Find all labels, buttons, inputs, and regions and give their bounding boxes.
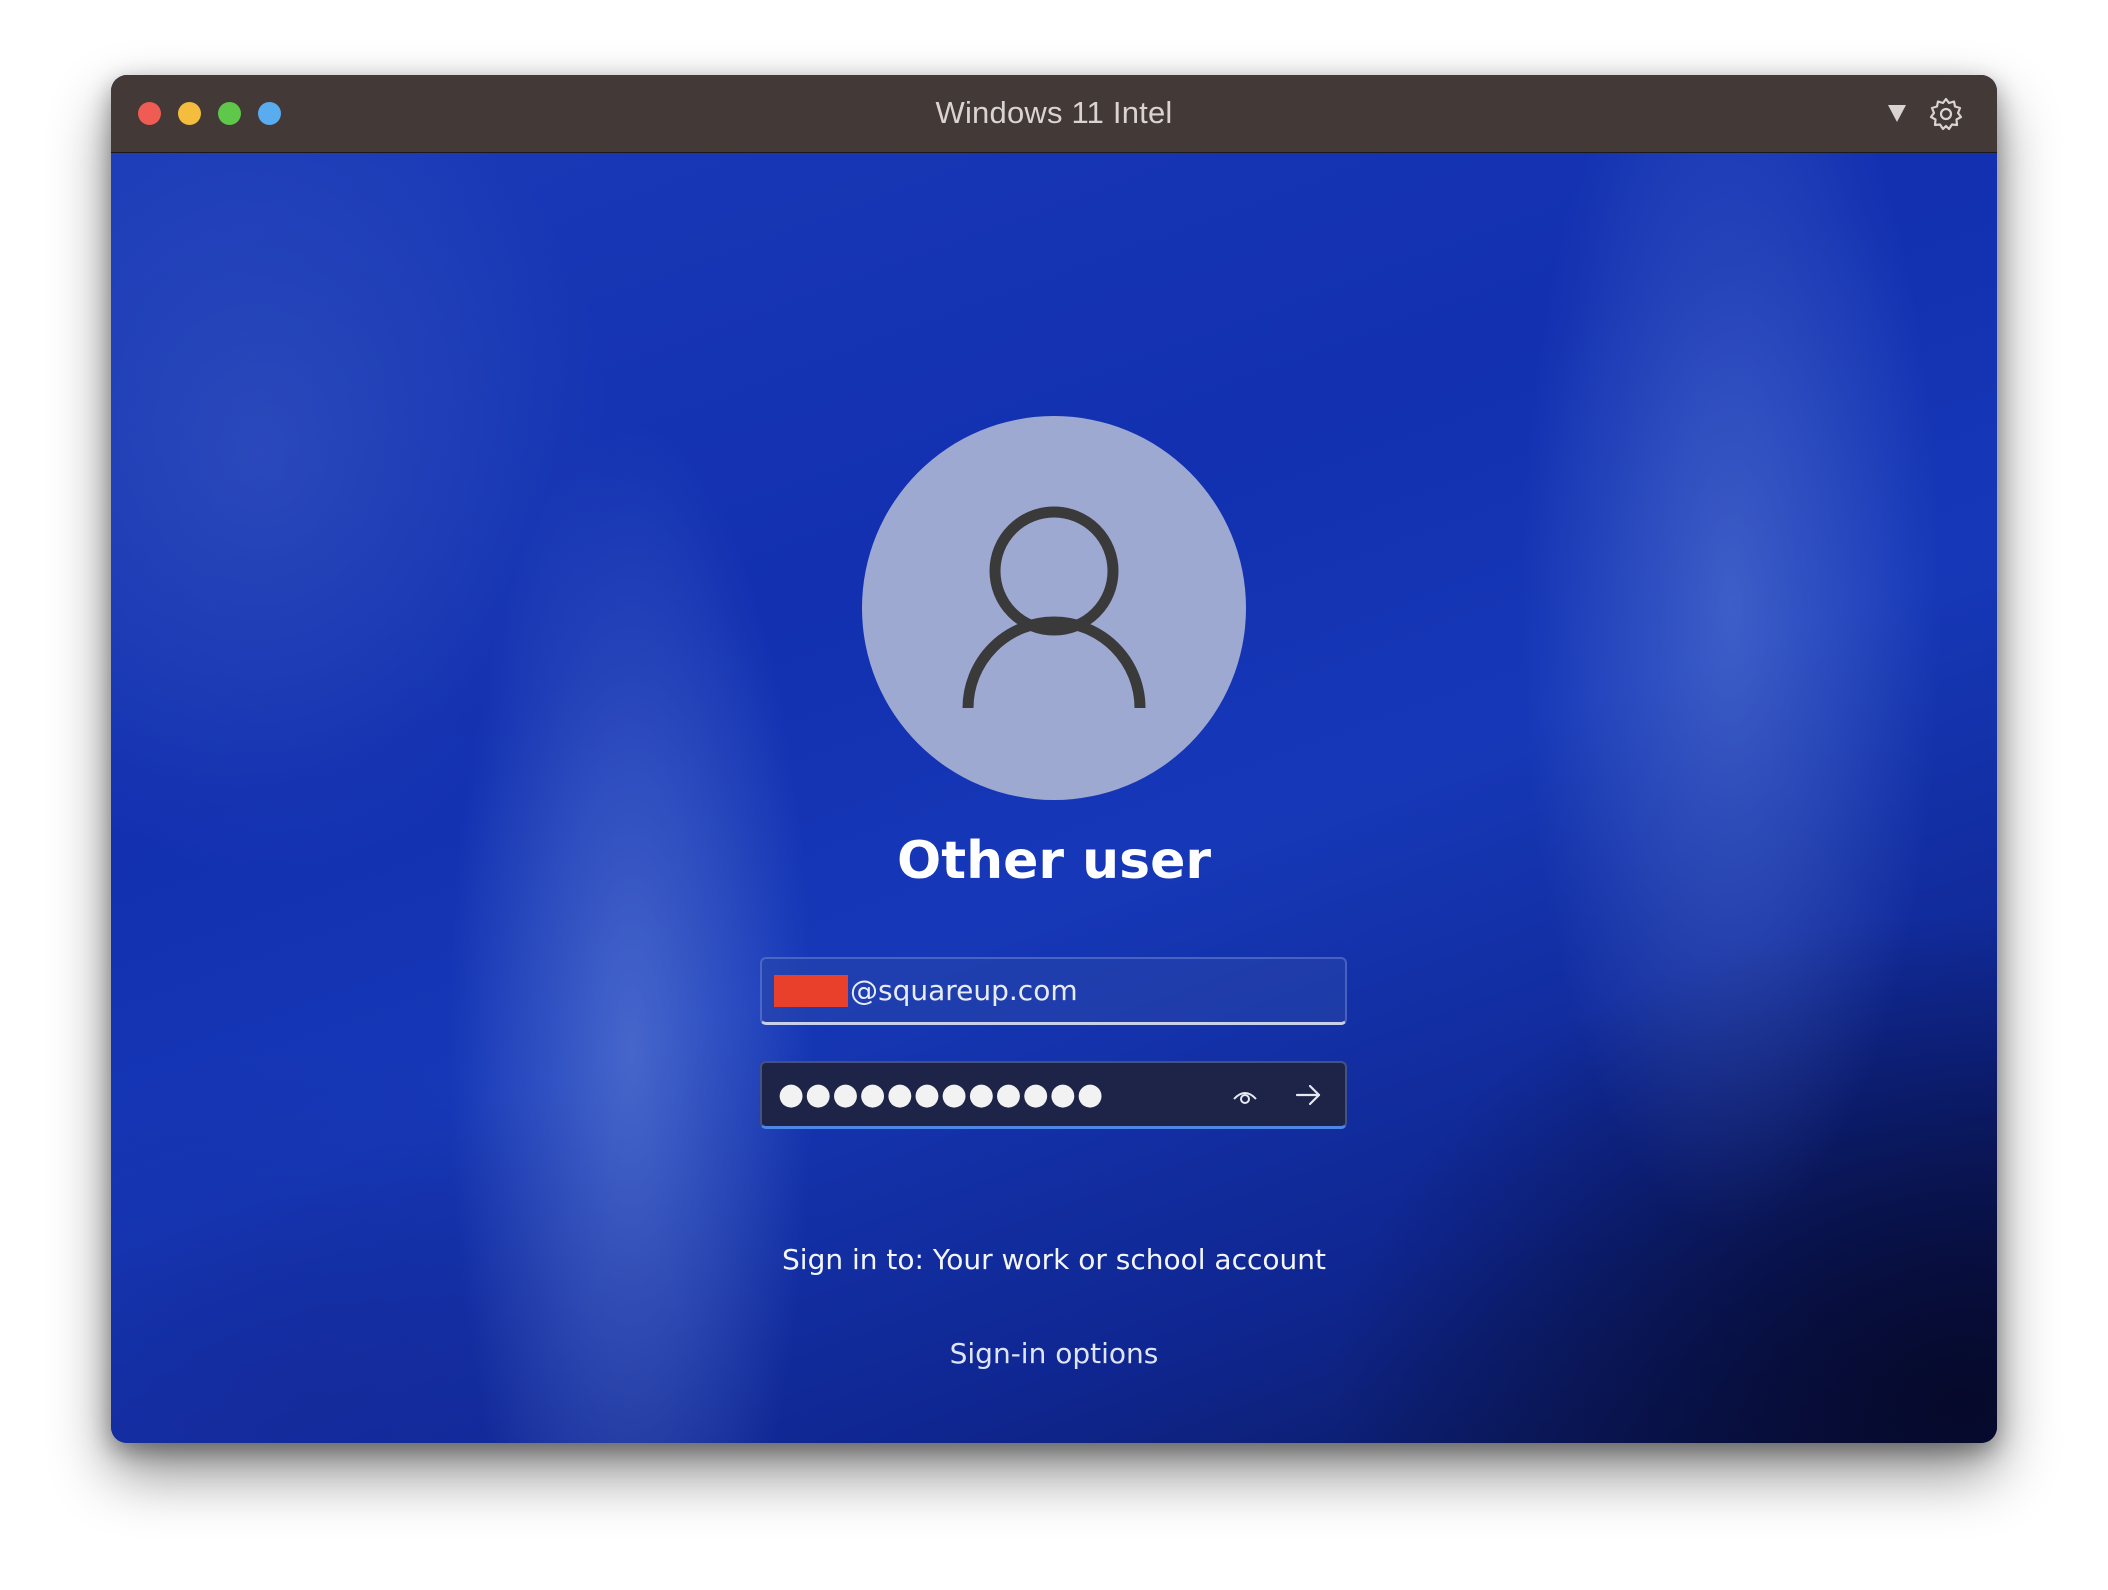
password-mask: ●●●●●●●●●●●● (778, 1077, 1105, 1112)
sign-in-destination: Sign in to: Your work or school account (782, 1243, 1326, 1276)
password-field[interactable]: ●●●●●●●●●●●● (760, 1061, 1347, 1129)
lock-screen-background: Other user @squareup.com ●●●●●●●●●●●● Si… (111, 153, 1997, 1443)
triangle-down-icon[interactable] (1879, 96, 1915, 132)
redaction-box (774, 975, 848, 1007)
window-title: Windows 11 Intel (935, 95, 1173, 130)
sign-in-options-link-row: Sign-in options (111, 1337, 1997, 1370)
user-silhouette-icon (962, 506, 1146, 709)
email-value: @squareup.com (850, 974, 1078, 1007)
username-label: Other user (897, 831, 1211, 891)
arrow-right-icon[interactable] (1290, 1077, 1326, 1113)
sign-in-options-link[interactable]: Sign-in options (950, 1337, 1159, 1370)
user-avatar (862, 416, 1246, 800)
vm-window: Windows 11 Intel Other user @squareup.co… (111, 75, 1997, 1443)
eye-icon[interactable] (1230, 1081, 1260, 1111)
email-field[interactable]: @squareup.com (760, 957, 1347, 1025)
gear-icon[interactable] (1928, 96, 1964, 132)
window-titlebar[interactable]: Windows 11 Intel (111, 75, 1997, 153)
